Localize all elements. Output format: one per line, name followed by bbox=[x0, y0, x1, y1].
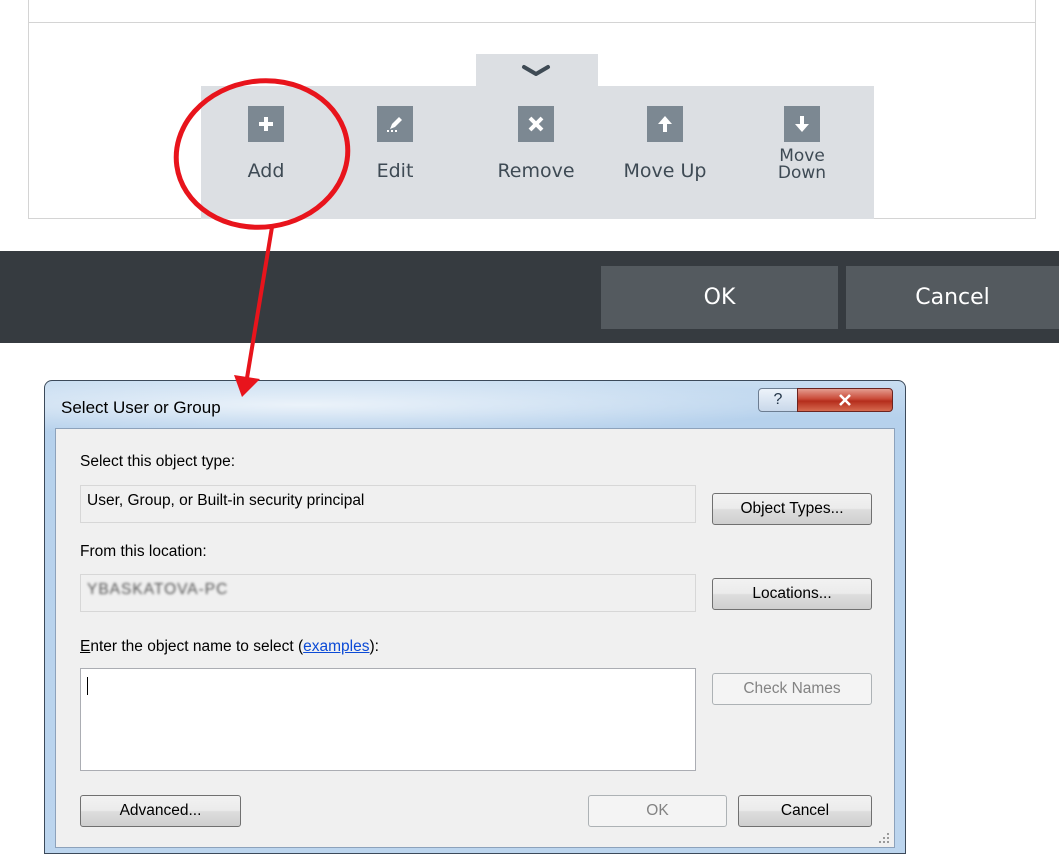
arrow-down-icon bbox=[784, 106, 820, 142]
dialog-body: Select this object type: User, Group, or… bbox=[55, 428, 895, 848]
location-field: YBASKATOVA-PC bbox=[80, 574, 696, 612]
locations-button[interactable]: Locations... bbox=[712, 578, 872, 610]
object-name-label-accesskey: E bbox=[80, 638, 91, 655]
help-button[interactable]: ? bbox=[758, 388, 798, 412]
dialog-title: Select User or Group bbox=[61, 398, 221, 417]
action-bar: OK Cancel bbox=[0, 251, 1059, 343]
arrow-up-icon bbox=[647, 106, 683, 142]
resize-grip-icon[interactable] bbox=[878, 832, 890, 844]
location-value: YBASKATOVA-PC bbox=[87, 581, 229, 598]
plus-icon bbox=[248, 106, 284, 142]
object-types-button[interactable]: Object Types... bbox=[712, 493, 872, 525]
remove-button[interactable]: Remove bbox=[481, 106, 591, 181]
move-up-button[interactable]: Move Up bbox=[610, 106, 720, 181]
panel-divider bbox=[29, 22, 1035, 23]
ok-button[interactable]: OK bbox=[601, 266, 838, 329]
text-caret bbox=[87, 677, 88, 695]
add-label: Add bbox=[247, 160, 285, 182]
help-icon: ? bbox=[773, 391, 783, 408]
object-name-input[interactable] bbox=[80, 668, 696, 771]
toolbar-collapse-tab[interactable] bbox=[476, 54, 598, 88]
examples-link[interactable]: examples bbox=[303, 638, 369, 655]
chevron-down-icon bbox=[522, 65, 550, 76]
check-names-button[interactable]: Check Names bbox=[712, 673, 872, 705]
location-label: From this location: bbox=[80, 543, 207, 560]
object-name-label-suffix: ): bbox=[369, 638, 379, 655]
close-button[interactable] bbox=[797, 388, 893, 412]
object-type-label: Select this object type: bbox=[80, 453, 236, 470]
edit-button[interactable]: Edit bbox=[340, 106, 450, 181]
action-toolbar: Add Edit Remove Move Up Move Down bbox=[201, 86, 874, 219]
remove-label: Remove bbox=[497, 160, 575, 182]
x-icon bbox=[518, 106, 554, 142]
cancel-button[interactable]: Cancel bbox=[846, 266, 1059, 329]
close-icon bbox=[839, 394, 851, 406]
advanced-button[interactable]: Advanced... bbox=[80, 795, 241, 827]
pencil-icon bbox=[377, 106, 413, 142]
dialog-cancel-button[interactable]: Cancel bbox=[738, 795, 872, 827]
object-type-field: User, Group, or Built-in security princi… bbox=[80, 485, 696, 523]
move-down-label-line2: Down bbox=[777, 163, 827, 183]
object-name-label-text: nter the object name to select ( bbox=[90, 638, 304, 655]
object-name-label: Enter the object name to select (example… bbox=[80, 638, 379, 656]
add-button[interactable]: Add bbox=[211, 106, 321, 181]
edit-label: Edit bbox=[376, 160, 414, 182]
dialog-ok-button[interactable]: OK bbox=[588, 795, 727, 827]
select-user-or-group-dialog: Select User or Group ? Select this objec… bbox=[44, 380, 906, 854]
move-down-label: Move Down bbox=[747, 148, 857, 182]
move-down-button[interactable]: Move Down bbox=[747, 106, 857, 182]
move-up-label: Move Up bbox=[623, 160, 707, 182]
